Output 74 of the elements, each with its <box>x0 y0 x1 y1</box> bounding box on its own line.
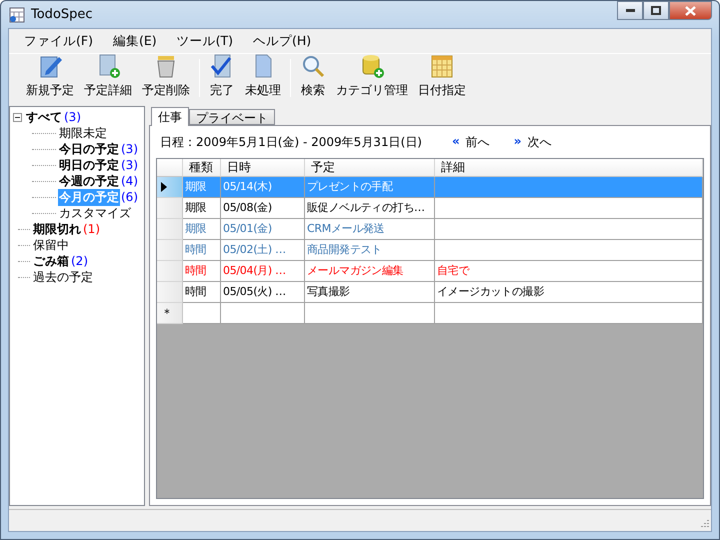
item-count: (4) <box>120 174 138 188</box>
tree-item[interactable]: 保留中 <box>32 236 70 254</box>
table-cell: 自宅で <box>435 261 703 282</box>
row-header[interactable] <box>157 177 183 198</box>
toolbar-button[interactable]: 日付指定 <box>413 53 471 99</box>
resize-grip-icon <box>699 519 709 529</box>
menu-item[interactable]: ヘルプ(H) <box>244 32 320 50</box>
column-header[interactable]: 詳細 <box>435 159 703 177</box>
item-count: (3) <box>120 158 138 172</box>
tree-item[interactable]: 期限切れ <box>32 220 82 238</box>
window-title: TodoSpec <box>31 7 93 22</box>
new-row-marker: ＊ <box>157 303 183 324</box>
menu-item[interactable]: ファイル(F) <box>15 32 102 50</box>
item-count: (3) <box>63 110 81 124</box>
item-count: (1) <box>82 222 100 236</box>
table-cell: 期限 <box>183 198 221 219</box>
column-header[interactable]: 日時 <box>221 159 305 177</box>
table-cell: 05/02(土) … <box>221 240 305 261</box>
close-button[interactable] <box>669 1 712 20</box>
toolbar-button[interactable]: 完了 <box>204 53 240 99</box>
table-cell: プレゼントの手配 <box>305 177 435 198</box>
tree-item[interactable]: すべて <box>25 108 63 126</box>
table-cell: 期限 <box>183 219 221 240</box>
calendar-icon <box>429 53 455 79</box>
app-icon <box>9 6 25 22</box>
table-cell: イメージカットの撮影 <box>435 282 703 303</box>
tab[interactable]: プライベート <box>189 109 275 125</box>
table-cell: 時間 <box>183 240 221 261</box>
previous-link[interactable]: « 前へ <box>452 134 490 150</box>
tree-item[interactable]: 今週の予定 <box>58 172 120 190</box>
toolbar-button[interactable]: 新規予定 <box>21 53 79 99</box>
tree-item[interactable]: カスタマイズ <box>58 204 132 222</box>
current-row-icon <box>161 182 167 192</box>
column-header[interactable]: 予定 <box>305 159 435 177</box>
tree-item[interactable]: 今日の予定 <box>58 140 120 158</box>
menu-item[interactable]: 編集(E) <box>104 32 166 50</box>
tab[interactable]: 仕事 <box>151 107 189 126</box>
table-cell: CRMメール発送 <box>305 219 435 240</box>
minimize-button[interactable] <box>617 1 643 20</box>
menu-item[interactable]: ツール(T) <box>168 32 242 50</box>
toolbar-button[interactable]: 予定削除 <box>137 53 195 99</box>
table-cell: 05/01(金) <box>221 219 305 240</box>
item-count: (2) <box>70 254 88 268</box>
item-count: (3) <box>120 142 138 156</box>
maximize-icon <box>651 6 661 15</box>
corner-header <box>157 159 183 177</box>
minimize-icon <box>626 9 634 12</box>
tree-item[interactable]: ごみ箱 <box>32 252 70 270</box>
toolbar-button[interactable]: 予定詳細 <box>79 53 137 99</box>
table-cell: 時間 <box>183 282 221 303</box>
table-cell: 05/04(月) … <box>221 261 305 282</box>
next-link[interactable]: » 次へ <box>514 134 552 150</box>
table-cell: メールマガジン編集 <box>305 261 435 282</box>
table-cell: 05/14(木) <box>221 177 305 198</box>
table-cell: 販促ノベルティの打ち… <box>305 198 435 219</box>
collapse-icon[interactable] <box>13 112 22 122</box>
column-header[interactable]: 種類 <box>183 159 221 177</box>
table-cell: 05/08(金) <box>221 198 305 219</box>
table-cell: 時間 <box>183 261 221 282</box>
date-range: 日程：2009年5月1日(金) - 2009年5月31日(日) <box>160 134 422 150</box>
toolbar-button[interactable]: カテゴリ管理 <box>331 53 413 99</box>
table-cell: 05/05(火) … <box>221 282 305 303</box>
toolbar-button[interactable]: 検索 <box>295 53 331 99</box>
table-cell: 期限 <box>183 177 221 198</box>
table-cell: 商品開発テスト <box>305 240 435 261</box>
tree-item[interactable]: 明日の予定 <box>58 156 120 174</box>
tree-item[interactable]: 期限未定 <box>58 124 108 142</box>
table-cell: 写真撮影 <box>305 282 435 303</box>
maximize-button[interactable] <box>643 1 669 20</box>
tree-item[interactable]: 過去の予定 <box>32 268 94 286</box>
item-count: (6) <box>120 190 138 204</box>
search-icon <box>300 53 326 79</box>
close-icon <box>685 6 696 16</box>
toolbar-button[interactable]: 未処理 <box>240 53 286 99</box>
